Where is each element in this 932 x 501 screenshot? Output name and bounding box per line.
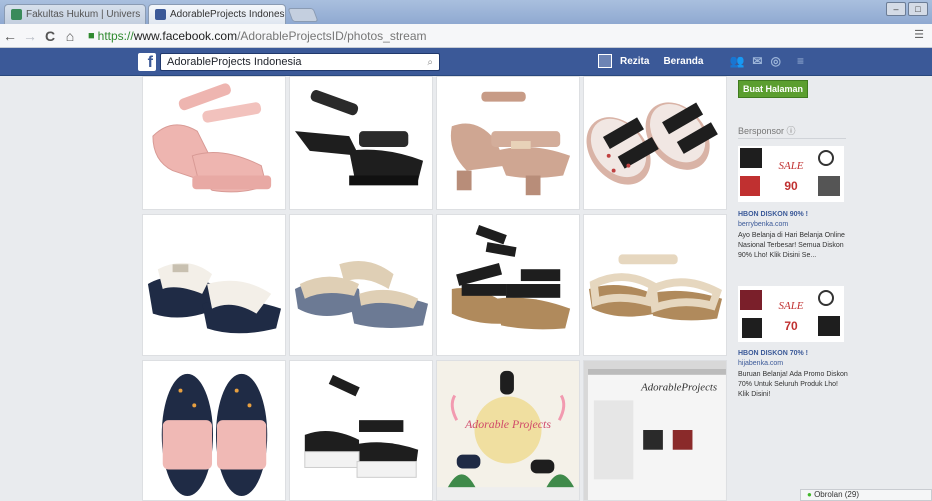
facebook-nav-right: Rezita Beranda 👥 ✉ ◎ ≡ — [598, 54, 804, 68]
ad-body: Ayo Belanja di Hari Belanja Online Nasio… — [738, 232, 845, 259]
url-scheme: https:// — [97, 29, 134, 43]
photo-pink-strap-sandal[interactable] — [142, 76, 286, 210]
tab-fakultas-hukum[interactable]: Fakultas Hukum | Univers × — [4, 4, 146, 24]
online-status-icon: ● — [807, 490, 812, 499]
close-icon[interactable]: × — [144, 9, 145, 20]
settings-icon[interactable]: ≡ — [797, 54, 804, 68]
discount-badge: 90 — [784, 179, 798, 193]
laptop-brand-text: AdorableProjects — [640, 382, 717, 394]
photo-grid: Adorable Projects AdorableProjects — [140, 76, 732, 501]
photo-cream-fisherman[interactable] — [583, 214, 727, 356]
address-bar[interactable]: ■ https:// www.facebook.com /AdorablePro… — [88, 27, 908, 45]
lock-icon: ■ — [88, 30, 95, 42]
ad-image-hijabenka[interactable]: SALE 70 — [738, 286, 844, 342]
url-host: www.facebook.com — [133, 29, 238, 43]
minimize-button[interactable]: – — [886, 2, 906, 16]
maximize-button[interactable]: □ — [908, 2, 928, 16]
sponsored-header: Bersponsor ⓘ — [738, 124, 796, 137]
chat-label: Obrolan (29) — [814, 490, 859, 499]
photo-adorable-projects-promo[interactable]: Adorable Projects — [436, 360, 580, 501]
facebook-logo-icon[interactable]: f — [138, 53, 156, 71]
tab-strip: Fakultas Hukum | Univers × AdorableProje… — [0, 0, 932, 24]
create-page-button[interactable]: Buat Halaman — [738, 80, 808, 98]
ad-body: Buruan Belanja! Ada Promo Diskon 70% Unt… — [738, 371, 848, 398]
browser-chrome: Fakultas Hukum | Univers × AdorableProje… — [0, 0, 932, 48]
sale-text: SALE — [778, 160, 803, 172]
photo-white-navy-sandal[interactable] — [142, 214, 286, 356]
tab-adorableprojects[interactable]: AdorableProjects Indones × — [148, 4, 286, 24]
search-icon[interactable]: ⌕ — [427, 57, 433, 68]
ad-title[interactable]: HBON DISKON 70% ! — [738, 350, 808, 357]
sponsored-label: Bersponsor — [738, 126, 785, 136]
messages-icon[interactable]: ✉ — [752, 54, 762, 68]
ad-info-icon[interactable]: ⓘ — [787, 126, 796, 136]
window-controls: – □ — [886, 2, 928, 16]
forward-arrow-icon[interactable]: → — [20, 28, 40, 44]
browser-toolbar: ← → C ⌂ ■ https:// www.facebook.com /Ado… — [0, 24, 932, 48]
home-link[interactable]: Beranda — [663, 56, 703, 67]
tab-title: Fakultas Hukum | Univers — [26, 9, 141, 20]
url-path: /AdorableProjectsID/photos_stream — [237, 29, 427, 43]
facebook-search[interactable]: ⌕ — [160, 53, 440, 71]
ad-title[interactable]: HBON DISKON 90% ! — [738, 211, 808, 218]
photo-black-white-platform[interactable] — [289, 360, 433, 501]
sale-text: SALE — [778, 300, 803, 312]
photo-navy-dot-slides[interactable] — [142, 360, 286, 501]
ad-domain[interactable]: hijabenka.com — [738, 360, 783, 367]
chat-bar[interactable]: ● Obrolan (29) — [800, 489, 932, 501]
photo-nude-block-heel[interactable] — [436, 76, 580, 210]
promo-text: Adorable Projects — [464, 417, 551, 431]
photo-black-gladiator[interactable] — [436, 214, 580, 356]
photo-patterned-birkenstock[interactable] — [583, 76, 727, 210]
right-sidebar: Buat Halaman Bersponsor ⓘ SALE 90 HBON D… — [732, 76, 932, 501]
profile-link[interactable]: Rezita — [620, 56, 649, 67]
new-tab-button[interactable] — [287, 8, 319, 22]
home-icon[interactable]: ⌂ — [60, 28, 80, 44]
ad-domain[interactable]: berrybenka.com — [738, 221, 788, 228]
back-arrow-icon[interactable]: ← — [0, 28, 20, 44]
friend-requests-icon[interactable]: 👥 — [729, 54, 744, 68]
left-gutter — [0, 76, 138, 501]
reload-icon[interactable]: C — [40, 28, 60, 44]
tab-title: AdorableProjects Indones — [170, 9, 285, 20]
browser-menu-icon[interactable]: ☰ — [914, 28, 924, 41]
photo-laptop-website[interactable]: AdorableProjects — [583, 360, 727, 501]
photo-black-strap-sandal[interactable] — [289, 76, 433, 210]
facebook-icon — [155, 9, 166, 20]
ad-image-berrybenka[interactable]: SALE 90 — [738, 146, 844, 202]
notifications-icon[interactable]: ◎ — [770, 54, 780, 68]
avatar[interactable] — [598, 54, 612, 68]
facebook-top-bar: f ⌕ Rezita Beranda 👥 ✉ ◎ ≡ — [0, 48, 932, 76]
discount-badge: 70 — [784, 319, 798, 333]
globe-icon — [11, 9, 22, 20]
divider — [738, 138, 846, 139]
photo-beige-floral-sandal[interactable] — [289, 214, 433, 356]
search-input[interactable] — [167, 56, 428, 68]
